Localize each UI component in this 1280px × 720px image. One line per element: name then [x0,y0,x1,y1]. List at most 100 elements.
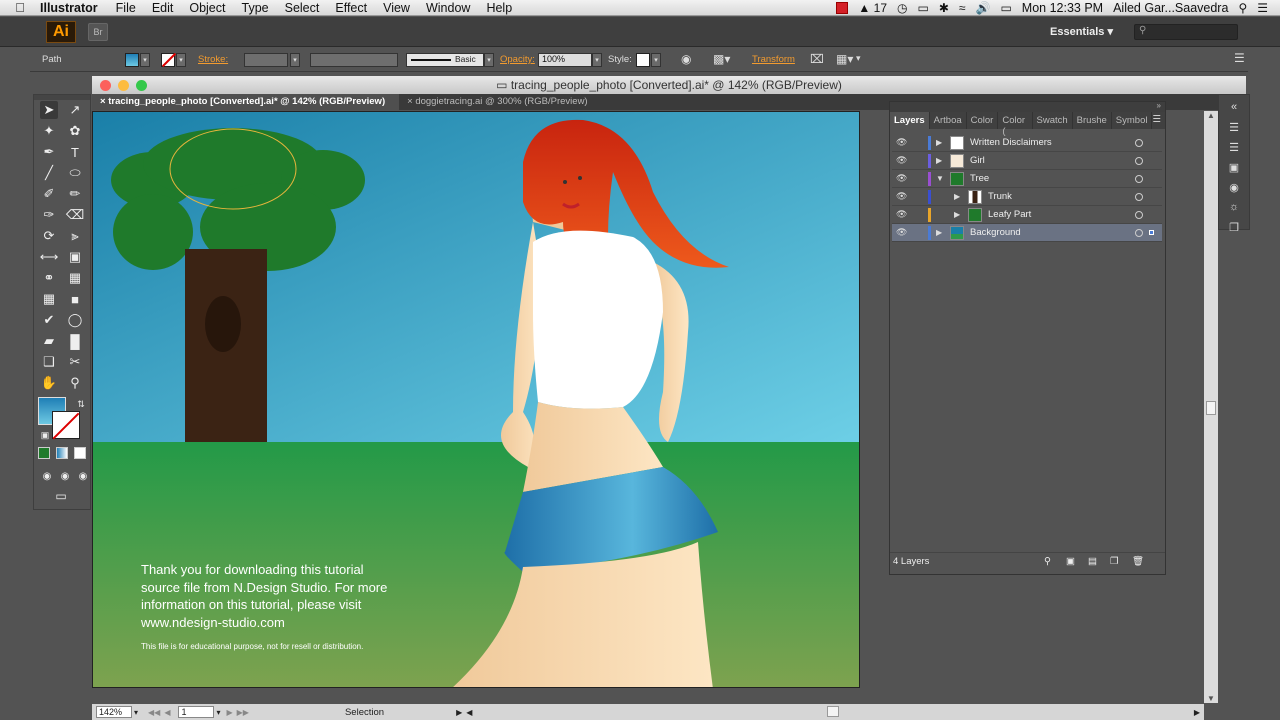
free-transform-tool-icon[interactable]: ▣ [66,248,84,266]
artboard-canvas[interactable]: Thank you for downloading this tutorial … [92,111,860,688]
zoom-window-icon[interactable] [136,80,147,91]
graphic-style-swatch[interactable] [636,53,650,67]
slice-tool-icon[interactable]: ✂ [66,353,84,371]
zoom-dropdown-icon[interactable]: ▾ [134,708,138,717]
brush-definition[interactable]: Basic [406,53,484,67]
menu-app-name[interactable]: Illustrator [40,1,98,15]
apple-icon[interactable]:  [0,0,40,15]
chevron-down-icon[interactable]: ▾ [856,53,861,64]
target-circle-icon[interactable] [1135,210,1143,219]
eye-icon[interactable]: 👁 [896,137,908,148]
width-tool-icon[interactable]: ⟷ [40,248,59,266]
menu-view[interactable]: View [383,1,410,15]
menu-window[interactable]: Window [426,1,470,15]
minimize-icon[interactable] [118,80,129,91]
stroke-weight-dropdown[interactable]: ▾ [290,53,300,67]
column-graph-tool-icon[interactable]: █ [66,332,84,350]
vertical-scrollbar[interactable]: ▲ ▼ [1204,111,1218,703]
tab-brushes[interactable]: Brushe [1073,112,1112,129]
pen-tool-icon[interactable]: ✒ [40,143,58,161]
delete-layer-icon[interactable]: 🗑 [1132,553,1144,571]
layer-row-trunk[interactable]: 👁 ▶ Trunk [892,188,1162,206]
tab-color[interactable]: Color [967,112,999,129]
variable-width-profile[interactable] [310,53,398,67]
layer-row-leafy-part[interactable]: 👁 ▶ Leafy Part [892,206,1162,224]
battery-icon[interactable]: ▭ [1000,1,1011,15]
adobe-badge[interactable]: ▲ 17 [858,1,887,15]
transparency-panel-icon[interactable]: ▣ [1225,161,1243,175]
layers-panel-grip[interactable]: » [890,101,1165,112]
magic-wand-tool-icon[interactable]: ✦ [40,122,58,140]
menu-select[interactable]: Select [285,1,320,15]
tab-tracing-people-photo[interactable]: × tracing_people_photo [Converted].ai* @… [92,94,400,110]
opacity-dropdown[interactable]: ▾ [592,53,602,67]
scale-tool-icon[interactable]: ⫸ [66,227,84,245]
stroke-dropdown[interactable]: ▾ [176,53,186,67]
workspace-switcher[interactable]: Essentials ▾ [1050,25,1113,38]
scroll-up-icon[interactable]: ▲ [1207,111,1215,120]
pencil-tool-icon[interactable]: ✏ [66,185,84,203]
layer-row-written-disclaimers[interactable]: 👁 ▶ Written Disclaimers [892,134,1162,152]
eraser-tool-icon[interactable]: ⌫ [66,206,84,224]
type-tool-icon[interactable]: T [66,143,84,161]
lasso-tool-icon[interactable]: ✿ [66,122,84,140]
scroll-left-icon[interactable]: ◀ [466,708,472,717]
create-sublayer-icon[interactable]: ▤ [1088,553,1097,571]
color-mode-icon[interactable] [38,447,50,459]
blob-brush-tool-icon[interactable]: ✑ [40,206,58,224]
menu-help[interactable]: Help [486,1,512,15]
draw-inside-icon[interactable]: ◉ [74,467,92,485]
panel-menu-icon[interactable]: ☰ [1234,51,1245,65]
previous-artboard-icon[interactable]: ◀ [164,708,170,717]
arrange-icon[interactable]: ▦▾ [836,52,853,66]
artboard-dropdown-icon[interactable]: ▾ [216,708,220,717]
spotlight-icon[interactable]: ⚲ [1238,1,1247,15]
none-mode-icon[interactable] [74,447,86,459]
stroke-swatch[interactable] [161,52,177,68]
target-circle-icon[interactable] [1135,228,1143,237]
last-artboard-icon[interactable]: ▶▶ [237,708,249,717]
volume-icon[interactable]: 🔊 [975,1,990,15]
scroll-down-icon[interactable]: ▼ [1207,694,1215,703]
perspective-grid-tool-icon[interactable]: ▦ [66,269,84,287]
swap-fill-stroke-icon[interactable]: ⇅ [72,395,90,413]
default-fill-stroke-icon[interactable]: ▣ [36,426,54,444]
make-clipping-mask-icon[interactable]: ▣ [1066,553,1075,571]
user-name[interactable]: Ailed Gar...Saavedra [1113,1,1228,15]
layer-row-tree[interactable]: 👁 ▼ Tree [892,170,1162,188]
wifi-icon[interactable]: ≈ [959,1,966,15]
bridge-button[interactable]: Br [88,22,108,41]
blend-tool-icon[interactable]: ◯ [66,311,84,329]
eye-icon[interactable]: 👁 [896,209,908,220]
artboard-number-field[interactable]: 1 [178,706,215,718]
tab-artboards[interactable]: Artboa [930,112,967,129]
horizontal-scroll-thumb[interactable] [827,706,839,717]
display-icon[interactable]: ▭ [917,1,928,15]
fill-dropdown[interactable]: ▾ [140,53,150,67]
notification-icon[interactable]: ☰ [1257,1,1268,15]
gradient-tool-icon[interactable]: ■ [66,290,84,308]
stroke-weight-field[interactable] [244,53,288,67]
line-tool-icon[interactable]: ╱ [40,164,58,182]
stroke-color-box[interactable] [52,411,80,439]
selection-tool-icon[interactable]: ➤ [40,101,58,119]
expand-triangle-icon[interactable]: ▶ [954,210,960,219]
target-circle-icon[interactable] [1135,156,1143,165]
menu-effect[interactable]: Effect [335,1,367,15]
bluetooth-icon[interactable]: ✱ [939,1,949,15]
zoom-tool-icon[interactable]: ⚲ [66,374,84,392]
eye-icon[interactable]: 👁 [896,155,908,166]
rotate-tool-icon[interactable]: ⟳ [40,227,58,245]
expand-triangle-icon[interactable]: ▶ [936,156,942,165]
stroke-label[interactable]: Stroke: [198,54,228,65]
recolor-artwork-icon[interactable]: ◉ [681,52,691,66]
symbol-sprayer-tool-icon[interactable]: ▰ [40,332,58,350]
hand-tool-icon[interactable]: ✋ [40,374,58,392]
search-input[interactable]: ⚲ [1134,24,1238,40]
opacity-field[interactable]: 100% [538,53,592,67]
layer-row-girl[interactable]: 👁 ▶ Girl [892,152,1162,170]
expand-triangle-icon[interactable]: ▶ [954,192,960,201]
panel-menu-icon[interactable]: ☰ [1152,112,1165,129]
paintbrush-tool-icon[interactable]: ✐ [40,185,58,203]
close-tab-icon[interactable]: × [100,96,106,107]
